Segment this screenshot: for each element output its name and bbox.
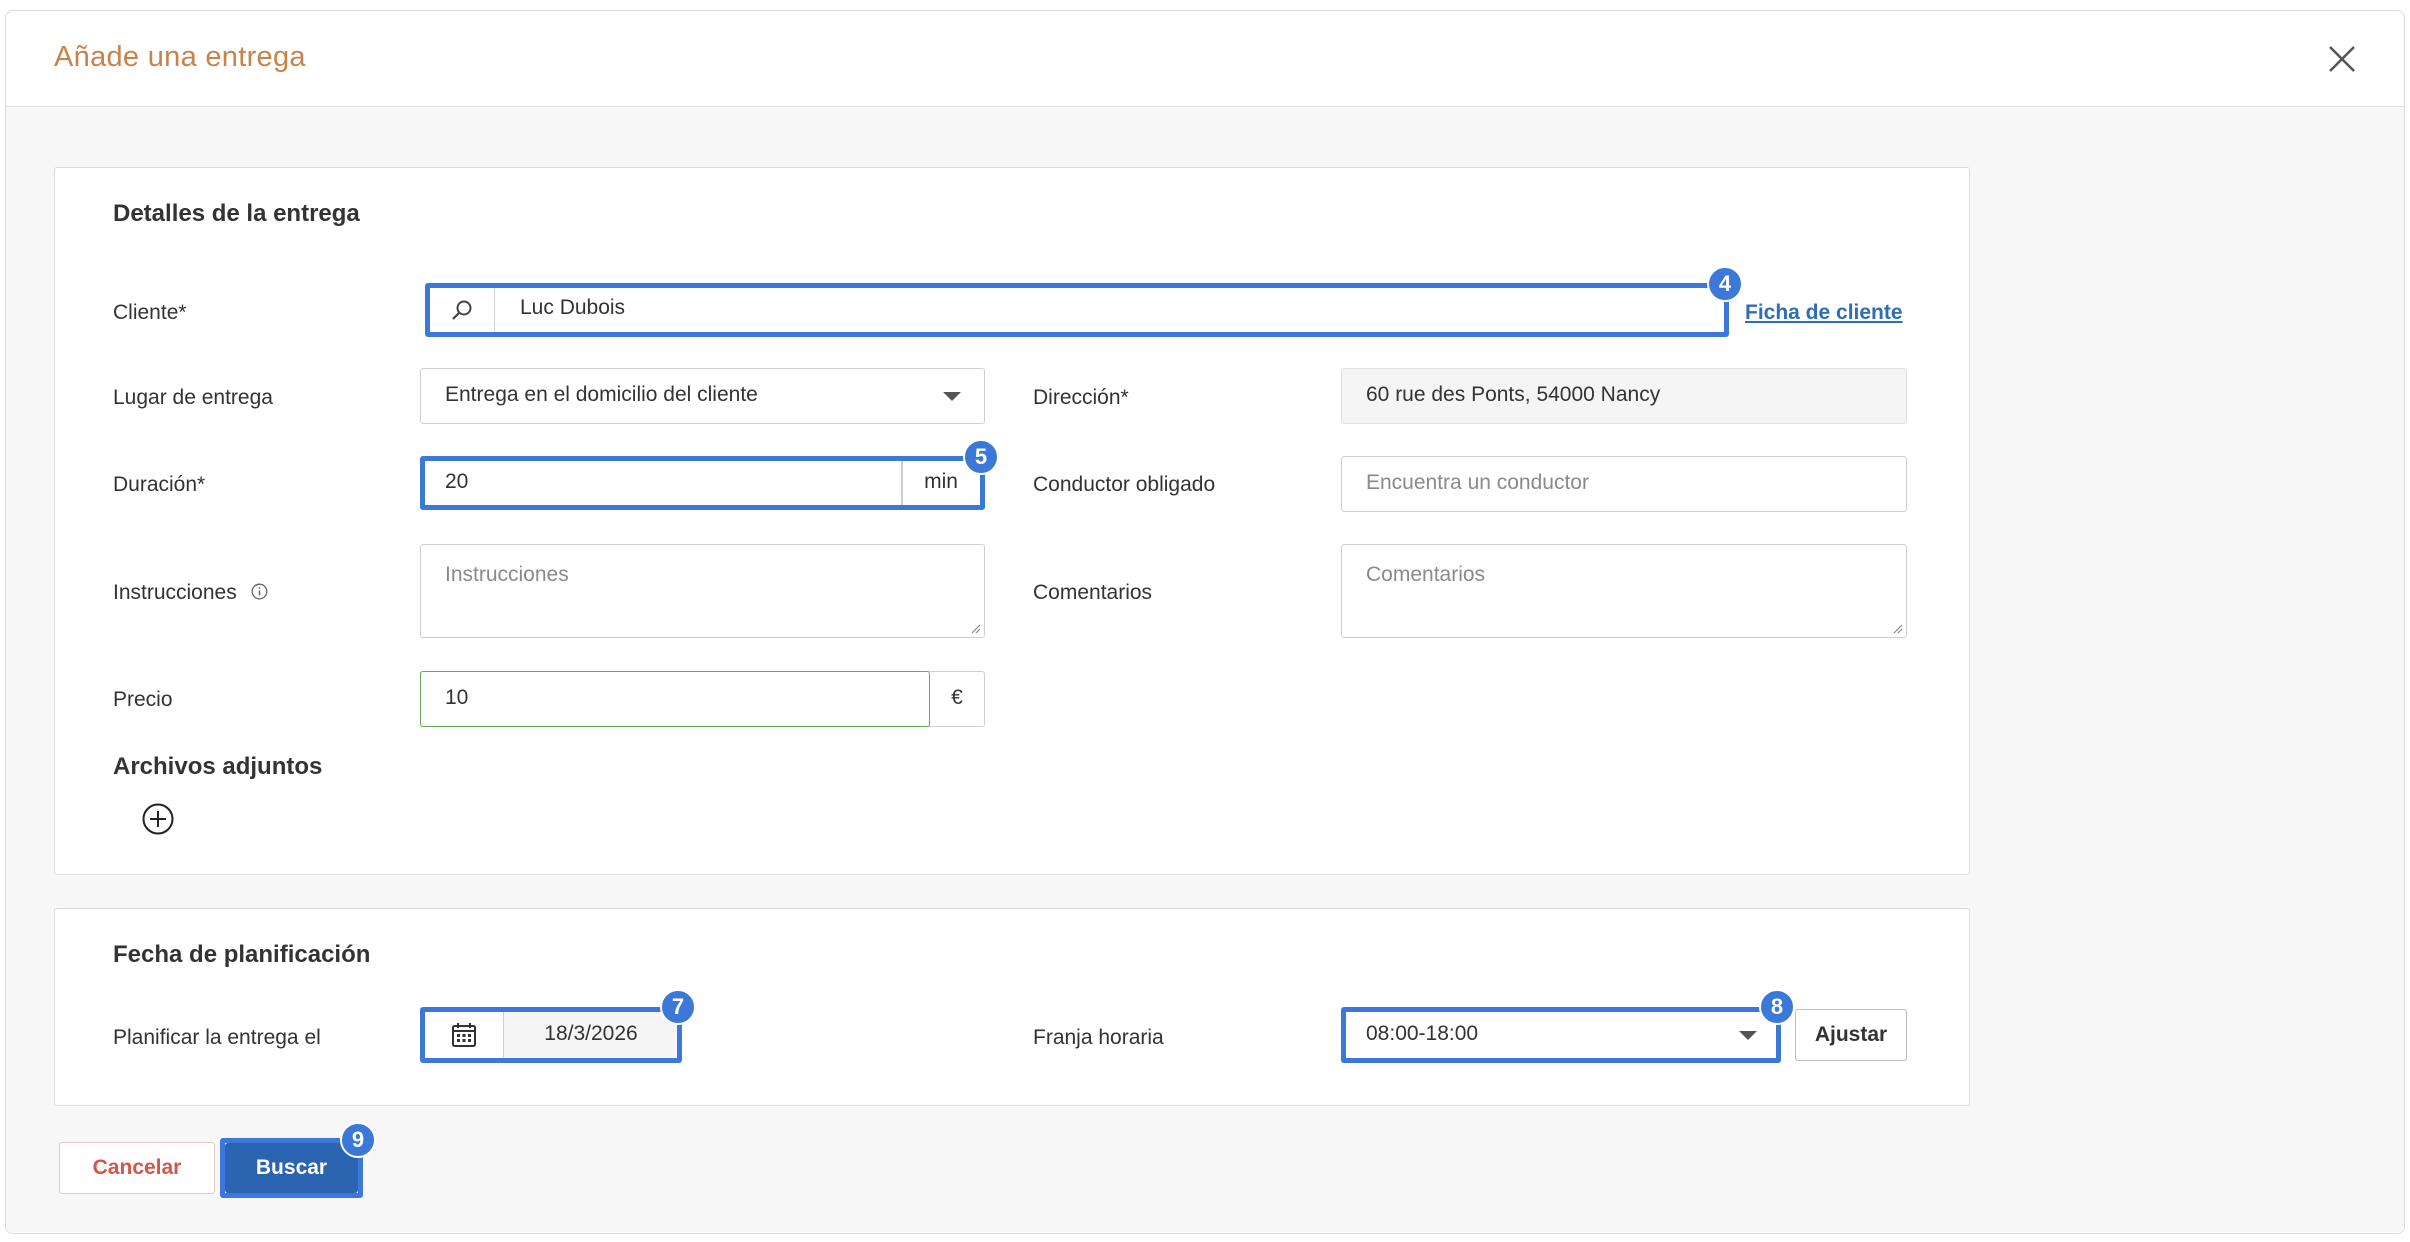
info-icon[interactable] bbox=[251, 583, 268, 600]
instructions-label-text: Instrucciones bbox=[113, 581, 237, 604]
delivery-details-card: Detalles de la entrega Cliente* Luc Dubo… bbox=[54, 167, 1970, 875]
add-delivery-modal: Añade una entrega Detalles de la entrega… bbox=[5, 10, 2405, 1234]
driver-label: Conductor obligado bbox=[1033, 473, 1216, 496]
plan-date-value[interactable]: 18/3/2026 bbox=[505, 1022, 677, 1046]
delivery-location-select[interactable]: Entrega en el domicilio del cliente bbox=[420, 368, 985, 424]
address-field: 60 rue des Ponts, 54000 Nancy bbox=[1341, 368, 1907, 424]
instructions-placeholder: Instrucciones bbox=[445, 563, 569, 586]
chevron-down-icon bbox=[1739, 1031, 1757, 1040]
duration-input[interactable]: 20 bbox=[445, 470, 468, 494]
search-icon bbox=[430, 288, 495, 332]
client-search-field[interactable]: Luc Dubois bbox=[425, 283, 1729, 337]
add-attachment-icon[interactable] bbox=[141, 802, 175, 836]
price-input-value: 10 bbox=[445, 686, 469, 709]
delivery-location-value: Entrega en el domicilio del cliente bbox=[445, 383, 758, 406]
client-profile-link[interactable]: Ficha de cliente bbox=[1745, 301, 1903, 325]
resize-handle-icon[interactable] bbox=[1891, 622, 1903, 634]
step-badge-8: 8 bbox=[1759, 989, 1795, 1025]
comments-placeholder: Comentarios bbox=[1366, 563, 1486, 586]
section-title-details: Detalles de la entrega bbox=[113, 200, 360, 227]
time-slot-value: 08:00-18:00 bbox=[1366, 1022, 1479, 1045]
price-field[interactable]: 10 € bbox=[419, 670, 985, 727]
section-title-planning: Fecha de planificación bbox=[113, 941, 371, 968]
price-currency: € bbox=[951, 686, 963, 709]
delivery-location-label: Lugar de entrega bbox=[113, 386, 273, 409]
client-input-value[interactable]: Luc Dubois bbox=[520, 296, 625, 320]
modal-title: Añade una entrega bbox=[54, 41, 306, 73]
instructions-textarea[interactable]: Instrucciones bbox=[420, 544, 985, 638]
modal-header: Añade una entrega bbox=[6, 11, 2404, 107]
close-icon[interactable] bbox=[2324, 41, 2360, 77]
modal-body: Detalles de la entrega Cliente* Luc Dubo… bbox=[6, 107, 2404, 1232]
client-label: Cliente* bbox=[113, 301, 187, 324]
step-badge-9: 9 bbox=[340, 1122, 376, 1158]
address-label: Dirección* bbox=[1033, 386, 1129, 409]
duration-unit: min bbox=[924, 470, 958, 493]
price-input-box[interactable] bbox=[419, 670, 930, 727]
driver-placeholder: Encuentra un conductor bbox=[1366, 471, 1589, 494]
comments-textarea[interactable]: Comentarios bbox=[1341, 544, 1907, 638]
address-value: 60 rue des Ponts, 54000 Nancy bbox=[1366, 383, 1661, 406]
plan-date-label: Planificar la entrega el bbox=[113, 1026, 321, 1049]
time-slot-select[interactable]: 08:00-18:00 bbox=[1341, 1007, 1781, 1063]
cancel-button[interactable]: Cancelar bbox=[59, 1142, 215, 1194]
chevron-down-icon bbox=[943, 392, 961, 401]
price-label: Precio bbox=[113, 688, 173, 711]
comments-label: Comentarios bbox=[1033, 581, 1153, 604]
attachments-title: Archivos adjuntos bbox=[113, 753, 323, 780]
adjust-button[interactable]: Ajustar bbox=[1795, 1009, 1907, 1061]
calendar-icon[interactable] bbox=[425, 1012, 504, 1058]
duration-field[interactable]: 20 min bbox=[420, 456, 985, 510]
step-badge-7: 7 bbox=[660, 989, 696, 1025]
step-badge-5: 5 bbox=[963, 439, 999, 475]
driver-input[interactable]: Encuentra un conductor bbox=[1341, 456, 1907, 512]
duration-label: Duración* bbox=[113, 473, 206, 496]
time-slot-label: Franja horaria bbox=[1033, 1026, 1164, 1049]
planning-card: Fecha de planificación Planificar la ent… bbox=[54, 908, 1970, 1106]
search-button[interactable]: Buscar bbox=[225, 1143, 358, 1193]
resize-handle-icon[interactable] bbox=[969, 622, 981, 634]
plan-date-field[interactable]: 18/3/2026 bbox=[420, 1007, 682, 1063]
step-badge-4: 4 bbox=[1707, 266, 1743, 302]
instructions-label: Instrucciones bbox=[113, 581, 268, 605]
